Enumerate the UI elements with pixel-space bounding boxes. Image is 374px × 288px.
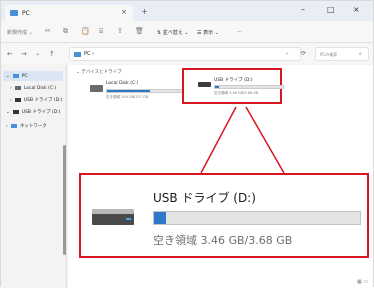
drive-icon bbox=[14, 86, 21, 90]
maximize-button[interactable]: □ bbox=[327, 5, 335, 14]
file-explorer-window: PC × + – □ × 新規作成 ⌄ ✂ ⧉ 📋 ⌸ ⇪ 🗑 ⇅ 並べ替え ⌄… bbox=[0, 0, 374, 288]
rename-icon[interactable]: ⌸ bbox=[99, 27, 103, 36]
sidebar-item-network[interactable]: › ネットワーク bbox=[6, 121, 47, 131]
tab-bar: PC × + – □ × bbox=[1, 1, 373, 21]
sidebar-scrollbar[interactable] bbox=[63, 145, 66, 255]
pc-icon bbox=[12, 74, 19, 78]
usb-drive-icon bbox=[14, 98, 21, 102]
recent-dropdown[interactable]: ⌄ bbox=[35, 50, 40, 57]
drive-usage-fill bbox=[215, 86, 220, 88]
sidebar-item-local-disk[interactable]: › Local Disk (C:) bbox=[10, 83, 56, 93]
drive-usage-bar bbox=[153, 211, 361, 225]
copy-icon[interactable]: ⧉ bbox=[63, 27, 68, 36]
new-button[interactable]: 新規作成 ⌄ bbox=[7, 29, 33, 36]
zoomed-drive-panel: USB ドライブ (D:) 空き領域 3.46 GB/3.68 GB bbox=[79, 173, 369, 258]
group-header-devices[interactable]: ⌄ デバイスとドライブ bbox=[76, 69, 122, 75]
breadcrumb: PC › bbox=[84, 51, 95, 57]
usb-drive-icon bbox=[198, 82, 211, 87]
pc-icon bbox=[74, 51, 81, 57]
up-button[interactable]: ↑ bbox=[49, 50, 55, 58]
tab-title: PC bbox=[22, 9, 30, 17]
more-options-button[interactable]: ··· bbox=[237, 29, 242, 35]
drive-usage-bar bbox=[214, 85, 284, 89]
drive-free-space: 空き領域 3.46 GB/3.68 GB bbox=[153, 234, 293, 247]
cut-icon[interactable]: ✂ bbox=[45, 27, 51, 35]
usb-drive-icon bbox=[92, 209, 134, 225]
navigation-pane: ⌄ PC › Local Disk (C:) › USB ドライブ (D:) ⌄… bbox=[1, 65, 67, 288]
view-button[interactable]: ☰ 表示 ⌄ bbox=[197, 29, 219, 36]
chevron-right-icon[interactable]: › bbox=[10, 98, 12, 103]
drive-usage-bar bbox=[106, 89, 184, 93]
search-placeholder: PCの検索 bbox=[320, 52, 338, 57]
address-input[interactable]: PC › bbox=[69, 47, 301, 61]
search-icon[interactable]: ⌕ bbox=[359, 51, 362, 57]
back-button[interactable]: ← bbox=[7, 50, 13, 58]
delete-icon[interactable]: 🗑 bbox=[135, 27, 144, 35]
drive-name: USB ドライブ (D:) bbox=[214, 78, 253, 83]
refresh-button[interactable]: ⟳ bbox=[301, 50, 306, 57]
paste-icon[interactable]: 📋 bbox=[81, 27, 90, 35]
chevron-down-icon[interactable]: ⌄ bbox=[6, 74, 10, 79]
sort-button[interactable]: ⇅ 並べ替え ⌄ bbox=[157, 29, 189, 36]
tab-pc[interactable]: PC × bbox=[5, 5, 133, 21]
drive-free-space: 空き領域 3.46 GB/3.68 GB bbox=[214, 91, 259, 95]
drive-tile-usb[interactable]: USB ドライブ (D:) 空き領域 3.46 GB/3.68 GB bbox=[198, 77, 288, 99]
drive-name: USB ドライブ (D:) bbox=[153, 191, 256, 205]
sidebar-item-label: ネットワーク bbox=[19, 124, 47, 129]
new-tab-button[interactable]: + bbox=[141, 7, 148, 16]
address-dropdown[interactable]: ⌄ bbox=[285, 50, 289, 56]
chevron-down-icon[interactable]: ⌄ bbox=[6, 110, 10, 115]
drive-tile-local-disk[interactable]: Local Disk (C:) 空き領域 104 GB/237 GB bbox=[90, 81, 190, 103]
drive-usage-fill bbox=[107, 90, 150, 92]
sidebar-item-usb-drive[interactable]: › USB ドライブ (D:) bbox=[10, 95, 62, 105]
close-button[interactable]: × bbox=[353, 5, 360, 14]
sidebar-item-usb-drive-root[interactable]: ⌄ USB ドライブ (D:) bbox=[6, 107, 60, 117]
usb-drive-icon bbox=[12, 110, 19, 114]
command-bar: 新規作成 ⌄ ✂ ⧉ 📋 ⌸ ⇪ 🗑 ⇅ 並べ替え ⌄ ☰ 表示 ⌄ ··· bbox=[1, 21, 373, 43]
drive-usage-fill bbox=[154, 212, 167, 224]
drive-name: Local Disk (C:) bbox=[106, 81, 139, 86]
drive-free-space: 空き領域 104 GB/237 GB bbox=[106, 95, 149, 99]
network-icon bbox=[10, 124, 17, 128]
tab-close-icon[interactable]: × bbox=[121, 8, 127, 16]
share-icon[interactable]: ⇪ bbox=[117, 27, 123, 35]
sidebar-item-pc[interactable]: ⌄ PC bbox=[3, 71, 63, 81]
pc-icon bbox=[10, 10, 18, 16]
sidebar-item-label: Local Disk (C:) bbox=[23, 85, 57, 91]
chevron-right-icon[interactable]: › bbox=[10, 86, 12, 91]
chevron-right-icon[interactable]: › bbox=[6, 124, 8, 129]
sidebar-item-label: PC bbox=[21, 73, 28, 79]
view-toggle-icons[interactable]: ▦ ▭ bbox=[357, 279, 368, 285]
forward-button[interactable]: → bbox=[21, 50, 27, 58]
hard-drive-icon bbox=[90, 85, 103, 92]
address-bar-row: ← → ⌄ ↑ PC › ⌄ ⟳ PCの検索 ⌕ bbox=[1, 44, 373, 64]
minimize-button[interactable]: – bbox=[301, 5, 305, 14]
sidebar-item-label: USB ドライブ (D:) bbox=[21, 110, 61, 115]
sidebar-item-label: USB ドライブ (D:) bbox=[23, 98, 63, 103]
